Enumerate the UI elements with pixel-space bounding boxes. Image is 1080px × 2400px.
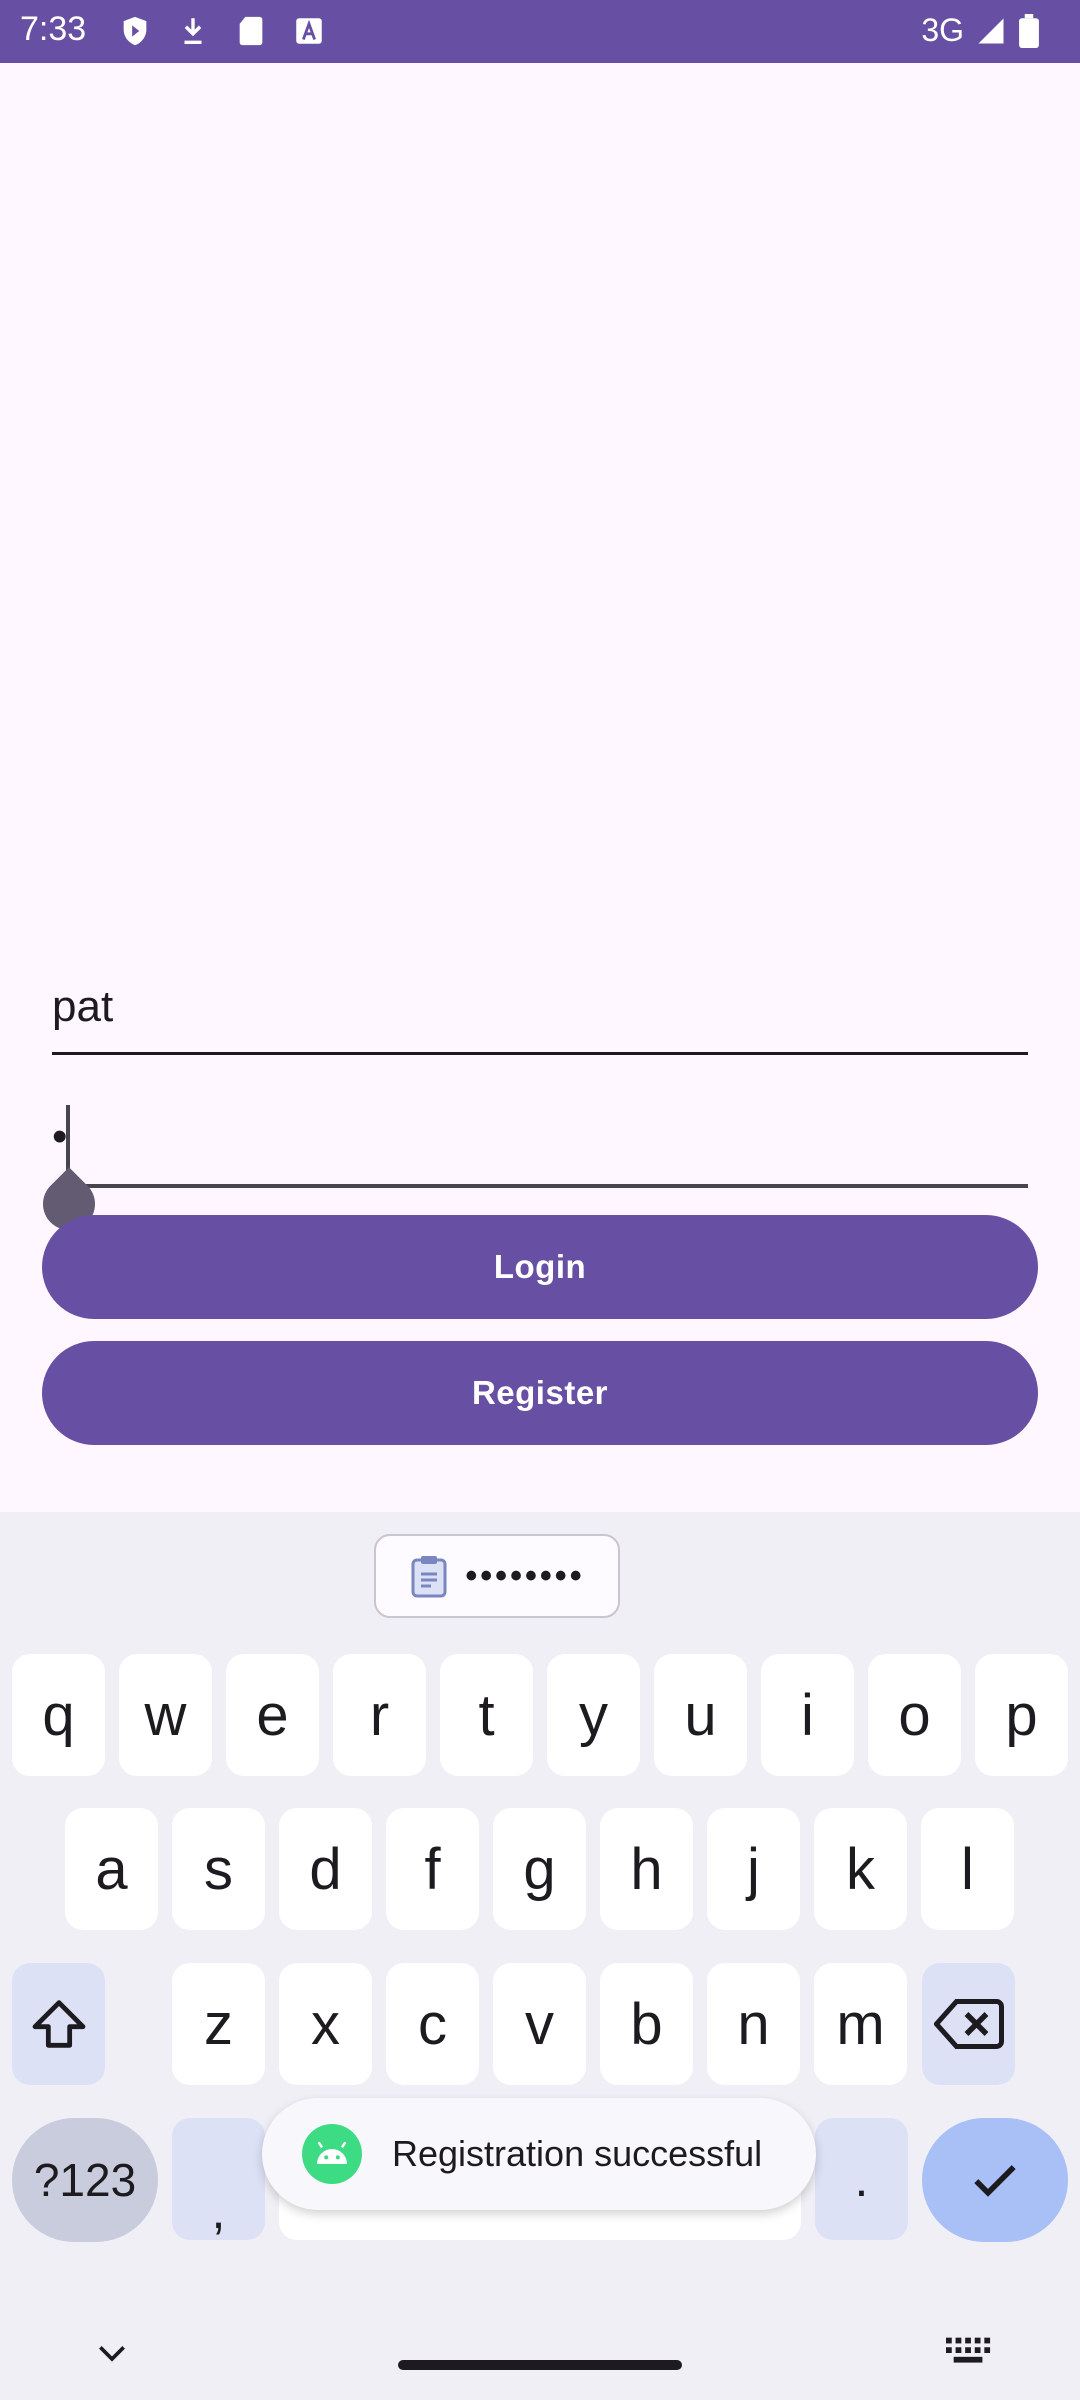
check-icon: [974, 2165, 1016, 2197]
done-key[interactable]: [922, 2118, 1068, 2242]
key-t[interactable]: t: [440, 1654, 533, 1776]
username-value: pat: [52, 982, 114, 1031]
keyboard-nav-row: [0, 2312, 1080, 2400]
key-s[interactable]: s: [172, 1808, 265, 1930]
key-k[interactable]: k: [814, 1808, 907, 1930]
key-n[interactable]: n: [707, 1963, 800, 2085]
hide-keyboard-chevron-icon[interactable]: [92, 2334, 132, 2374]
status-notification-icons: [118, 14, 326, 48]
password-field[interactable]: •: [52, 1090, 1028, 1188]
backspace-key[interactable]: [922, 1963, 1015, 2085]
key-m[interactable]: m: [814, 1963, 907, 2085]
keyboard-switch-icon[interactable]: [944, 2330, 994, 2376]
key-u[interactable]: u: [654, 1654, 747, 1776]
signal-icon: [978, 18, 1004, 43]
status-bar: 7:33 3G: [0, 0, 1080, 63]
username-field[interactable]: pat: [52, 960, 1028, 1055]
backspace-icon: [933, 1999, 1004, 2049]
shift-key[interactable]: [12, 1963, 105, 2085]
status-time: 7:33: [20, 10, 87, 48]
key-z[interactable]: z: [172, 1963, 265, 2085]
key-d[interactable]: d: [279, 1808, 372, 1930]
battery-icon: [1019, 13, 1039, 48]
comma-key[interactable]: ,: [172, 2118, 265, 2240]
symbols-key[interactable]: ?123: [12, 2118, 158, 2242]
key-j[interactable]: j: [707, 1808, 800, 1930]
sd-card-icon: [234, 14, 268, 48]
period-key[interactable]: .: [815, 2118, 908, 2240]
key-x[interactable]: x: [279, 1963, 372, 2085]
network-type: 3G: [921, 12, 964, 48]
shield-icon: [118, 14, 152, 48]
android-app-icon: [302, 2124, 362, 2184]
toast-message: Registration successful: [392, 2133, 763, 2174]
register-button[interactable]: Register: [42, 1341, 1038, 1445]
key-a[interactable]: a: [65, 1808, 158, 1930]
key-p[interactable]: p: [975, 1654, 1068, 1776]
key-o[interactable]: o: [868, 1654, 961, 1776]
key-b[interactable]: b: [600, 1963, 693, 2085]
key-i[interactable]: i: [761, 1654, 854, 1776]
status-system-icons: 3G: [921, 12, 1040, 49]
key-f[interactable]: f: [386, 1808, 479, 1930]
key-e[interactable]: e: [226, 1654, 319, 1776]
on-screen-keyboard: •••••••• q w e r t y u i o p a s d f g h…: [0, 1512, 1080, 2400]
key-l[interactable]: l: [921, 1808, 1014, 1930]
login-button[interactable]: Login: [42, 1215, 1038, 1319]
key-g[interactable]: g: [493, 1808, 586, 1930]
key-q[interactable]: q: [12, 1654, 105, 1776]
key-h[interactable]: h: [600, 1808, 693, 1930]
font-icon: [292, 14, 326, 48]
key-c[interactable]: c: [386, 1963, 479, 2085]
key-r[interactable]: r: [333, 1654, 426, 1776]
clipboard-icon: [411, 1556, 447, 1598]
shift-icon: [32, 2000, 85, 2048]
key-w[interactable]: w: [119, 1654, 212, 1776]
key-v[interactable]: v: [493, 1963, 586, 2085]
clipboard-suggestion[interactable]: ••••••••: [374, 1534, 620, 1618]
key-y[interactable]: y: [547, 1654, 640, 1776]
download-status-icon: [176, 14, 210, 48]
toast-notification: Registration successful: [262, 2098, 816, 2210]
home-gesture-bar[interactable]: [398, 2360, 682, 2370]
clipboard-preview: ••••••••: [465, 1556, 585, 1595]
